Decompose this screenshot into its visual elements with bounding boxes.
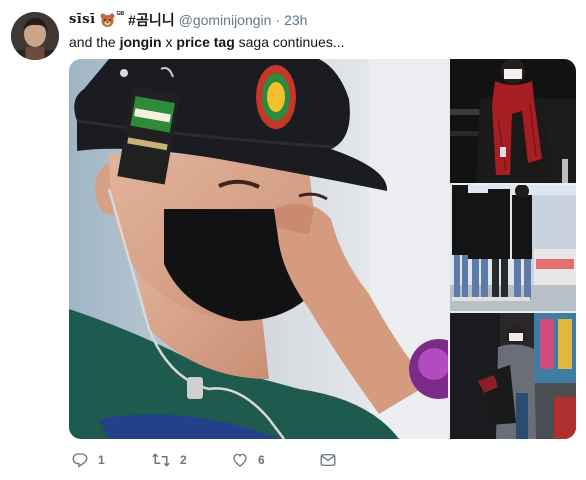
reply-button[interactable]: 1 [71, 451, 151, 469]
reply-count: 1 [98, 453, 105, 467]
main-photo[interactable] [69, 59, 448, 439]
badge-superscript: ᴳᴮ [116, 10, 125, 19]
retweet-count: 2 [180, 453, 187, 467]
tweet-text-part: saga continues... [234, 34, 345, 50]
display-name[interactable]: sīsī [69, 11, 96, 29]
tweet-actions: 1 2 6 [71, 451, 337, 469]
dm-icon [319, 451, 337, 469]
dm-button[interactable] [319, 451, 337, 469]
tweet-text-bold-price-tag: price tag [176, 34, 235, 50]
user-handle[interactable]: @gominijongin [179, 11, 272, 29]
avatar[interactable] [11, 12, 59, 60]
media-grid [69, 59, 576, 439]
like-icon [231, 451, 249, 469]
tweet-text: and the jongin x price tag saga continue… [69, 33, 345, 51]
tweet-header: sīsī ᴳᴮ #곰니니 @gominijongin · 23h [69, 10, 307, 29]
side-photo-top[interactable] [450, 59, 576, 183]
retweet-icon [151, 451, 171, 469]
bear-emoji-icon [100, 13, 115, 28]
tweet-text-bold-jongin: jongin [119, 34, 162, 50]
separator-dot: · [275, 12, 281, 28]
like-count: 6 [258, 453, 265, 467]
name-hashtag: #곰니니 [128, 12, 175, 28]
retweet-button[interactable]: 2 [151, 451, 231, 469]
like-button[interactable]: 6 [231, 451, 319, 469]
reply-icon [71, 451, 89, 469]
side-photo-middle[interactable] [450, 185, 576, 311]
tweet-text-part: and the [69, 34, 120, 50]
tweet-text-part: x [161, 34, 177, 50]
timestamp[interactable]: 23h [284, 11, 307, 29]
tweet[interactable]: sīsī ᴳᴮ #곰니니 @gominijongin · 23h and the… [0, 0, 586, 480]
side-photo-bottom[interactable] [450, 313, 576, 439]
